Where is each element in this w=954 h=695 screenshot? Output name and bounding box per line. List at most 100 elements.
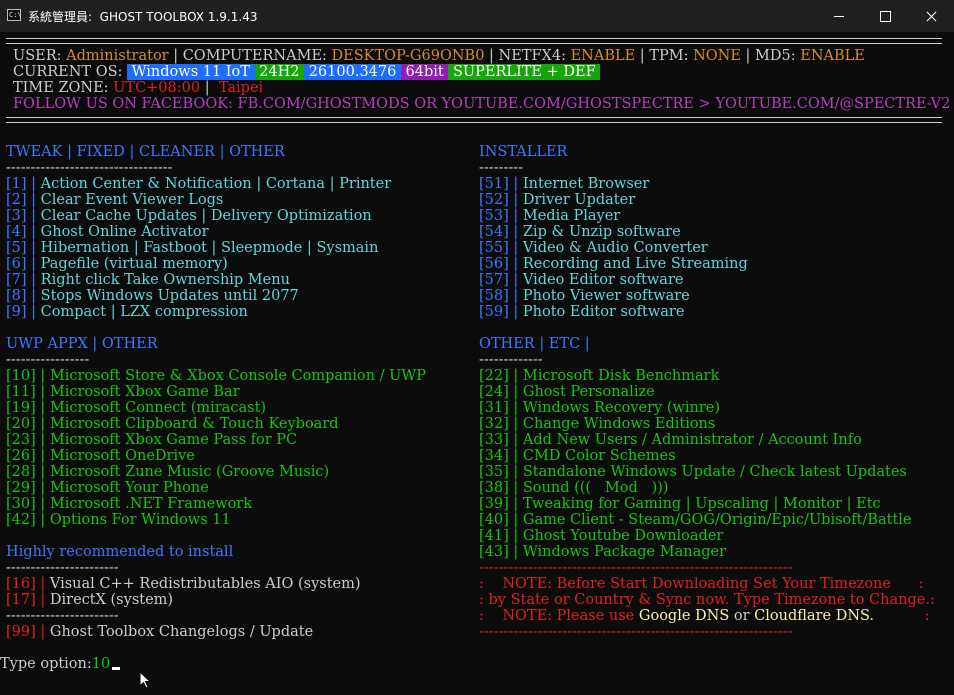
- tweak-heading: TWEAK | FIXED | CLEANER | OTHER: [6, 144, 285, 160]
- menu-item-number: [57]: [479, 272, 509, 288]
- menu-item-number: [8]: [6, 288, 27, 304]
- terminal-output[interactable]: USER: Administrator | COMPUTERNAME: DESK…: [0, 32, 954, 695]
- menu-item-16[interactable]: [16] | Visual C++ Redistributables AIO (…: [6, 576, 361, 592]
- menu-item-label: Driver Updater: [522, 192, 636, 208]
- menu-item-8[interactable]: [8] | Stops Windows Updates until 2077: [6, 288, 299, 304]
- command-prompt[interactable]: Type option:10: [0, 656, 121, 672]
- menu-item-number: [9]: [6, 304, 27, 320]
- os-edition-badge: SUPERLITE + DEF: [448, 64, 601, 80]
- menu-item-label: Game Client - Steam/GOG/Origin/Epic/Ubis…: [522, 512, 912, 528]
- menu-item-23[interactable]: [23] | Microsoft Xbox Game Pass for PC: [6, 432, 297, 448]
- menu-item-43[interactable]: [43] | Windows Package Manager: [479, 544, 726, 560]
- menu-item-54[interactable]: [54] | Zip & Unzip software: [479, 224, 681, 240]
- menu-item-38[interactable]: [38] | Sound ((( Mod ))): [479, 480, 669, 496]
- os-version-badge: 24H2: [254, 64, 305, 80]
- os-name-badge: Windows 11 IoT: [127, 64, 255, 80]
- timezone-offset: UTC+08:00: [113, 80, 201, 96]
- menu-item-51[interactable]: [51] | Internet Browser: [479, 176, 649, 192]
- menu-item-number: [40]: [479, 512, 509, 528]
- minimize-button[interactable]: [816, 0, 862, 32]
- menu-item-56[interactable]: [56] | Recording and Live Streaming: [479, 256, 748, 272]
- menu-item-19[interactable]: [19] | Microsoft Connect (miracast): [6, 400, 266, 416]
- menu-item-number: [17]: [6, 592, 36, 608]
- menu-item-number: [31]: [479, 400, 509, 416]
- menu-item-20[interactable]: [20] | Microsoft Clipboard & Touch Keybo…: [6, 416, 339, 432]
- menu-item-17[interactable]: [17] | DirectX (system): [6, 592, 173, 608]
- menu-item-label: Hibernation | Fastboot | Sleepmode | Sys…: [40, 240, 379, 256]
- menu-item-31[interactable]: [31] | Windows Recovery (winre): [479, 400, 720, 416]
- note-line-3: : NOTE: Please use Google DNS or Cloudfl…: [479, 608, 930, 624]
- menu-item-label: Recording and Live Streaming: [522, 256, 748, 272]
- menu-item-99[interactable]: [99] | Ghost Toolbox Changelogs / Update: [6, 624, 313, 640]
- menu-item-label: Microsoft Store & Xbox Console Companion…: [49, 368, 427, 384]
- menu-item-42[interactable]: [42] | Options For Windows 11: [6, 512, 231, 528]
- menu-item-59[interactable]: [59] | Photo Editor software: [479, 304, 684, 320]
- menu-item-label: Microsoft OneDrive: [49, 448, 195, 464]
- menu-item-number: [52]: [479, 192, 509, 208]
- menu-item-11[interactable]: [11] | Microsoft Xbox Game Bar: [6, 384, 240, 400]
- menu-item-57[interactable]: [57] | Video Editor software: [479, 272, 683, 288]
- menu-item-9[interactable]: [9] | Compact | LZX compression: [6, 304, 248, 320]
- title-bar[interactable]: C:\ 系統管理員: GHOST TOOLBOX 1.9.1.43: [0, 0, 954, 32]
- menu-item-label: DirectX (system): [49, 592, 174, 608]
- menu-item-3[interactable]: [3] | Clear Cache Updates | Delivery Opt…: [6, 208, 372, 224]
- menu-item-label: Microsoft Clipboard & Touch Keyboard: [49, 416, 339, 432]
- menu-item-number: [43]: [479, 544, 509, 560]
- menu-item-number: [59]: [479, 304, 509, 320]
- menu-item-39[interactable]: [39] | Tweaking for Gaming | Upscaling |…: [479, 496, 881, 512]
- close-button[interactable]: [908, 0, 954, 32]
- menu-item-53[interactable]: [53] | Media Player: [479, 208, 620, 224]
- menu-item-number: [54]: [479, 224, 509, 240]
- menu-item-label: Change Windows Editions: [522, 416, 716, 432]
- menu-item-number: [6]: [6, 256, 27, 272]
- window-title: 系統管理員: GHOST TOOLBOX 1.9.1.43: [28, 10, 258, 24]
- menu-item-number: [56]: [479, 256, 509, 272]
- menu-item-number: [41]: [479, 528, 509, 544]
- menu-item-label: Microsoft Connect (miracast): [49, 400, 267, 416]
- menu-item-35[interactable]: [35] | Standalone Windows Update / Check…: [479, 464, 907, 480]
- menu-item-number: [38]: [479, 480, 509, 496]
- menu-item-number: [51]: [479, 176, 509, 192]
- menu-item-30[interactable]: [30] | Microsoft .NET Framework: [6, 496, 252, 512]
- menu-item-number: [29]: [6, 480, 36, 496]
- menu-item-40[interactable]: [40] | Game Client - Steam/GOG/Origin/Ep…: [479, 512, 912, 528]
- menu-item-6[interactable]: [6] | Pagefile (virtual memory): [6, 256, 228, 272]
- menu-item-29[interactable]: [29] | Microsoft Your Phone: [6, 480, 209, 496]
- menu-item-28[interactable]: [28] | Microsoft Zune Music (Groove Musi…: [6, 464, 329, 480]
- uwp-heading: UWP APPX | OTHER: [6, 336, 158, 352]
- menu-item-1[interactable]: [1] | Action Center & Notification | Cor…: [6, 176, 391, 192]
- menu-item-label: Windows Package Manager: [522, 544, 727, 560]
- menu-item-number: [53]: [479, 208, 509, 224]
- menu-item-label: Video Editor software: [522, 272, 684, 288]
- menu-item-24[interactable]: [24] | Ghost Personalize: [479, 384, 655, 400]
- menu-item-label: Ghost Personalize: [522, 384, 655, 400]
- installer-heading: INSTALLER: [479, 144, 568, 160]
- menu-item-label: Right click Take Ownership Menu: [40, 272, 290, 288]
- menu-item-5[interactable]: [5] | Hibernation | Fastboot | Sleepmode…: [6, 240, 378, 256]
- prompt-input: 10: [91, 656, 111, 672]
- menu-item-55[interactable]: [55] | Video & Audio Converter: [479, 240, 708, 256]
- menu-item-2[interactable]: [2] | Clear Event Viewer Logs: [6, 192, 223, 208]
- menu-item-7[interactable]: [7] | Right click Take Ownership Menu: [6, 272, 290, 288]
- menu-item-58[interactable]: [58] | Photo Viewer software: [479, 288, 690, 304]
- menu-item-22[interactable]: [22] | Microsoft Disk Benchmark: [479, 368, 719, 384]
- menu-item-4[interactable]: [4] | Ghost Online Activator: [6, 224, 209, 240]
- menu-item-number: [30]: [6, 496, 36, 512]
- menu-item-33[interactable]: [33] | Add New Users / Administrator / A…: [479, 432, 862, 448]
- recommended-divider-2: -----------------------: [6, 608, 119, 624]
- menu-item-32[interactable]: [32] | Change Windows Editions: [479, 416, 715, 432]
- menu-item-number: [19]: [6, 400, 36, 416]
- os-arch-badge: 64bit: [400, 64, 449, 80]
- menu-item-number: [22]: [479, 368, 509, 384]
- maximize-button[interactable]: [862, 0, 908, 32]
- menu-item-label: Internet Browser: [522, 176, 650, 192]
- menu-item-label: Clear Cache Updates | Delivery Optimizat…: [40, 208, 372, 224]
- menu-item-10[interactable]: [10] | Microsoft Store & Xbox Console Co…: [6, 368, 426, 384]
- menu-item-34[interactable]: [34] | CMD Color Schemes: [479, 448, 676, 464]
- menu-item-52[interactable]: [52] | Driver Updater: [479, 192, 635, 208]
- menu-item-label: Options For Windows 11: [49, 512, 231, 528]
- header-top-rule: [6, 38, 942, 44]
- computer-name-value: DESKTOP-G69ONB0: [331, 48, 485, 64]
- menu-item-41[interactable]: [41] | Ghost Youtube Downloader: [479, 528, 723, 544]
- menu-item-26[interactable]: [26] | Microsoft OneDrive: [6, 448, 195, 464]
